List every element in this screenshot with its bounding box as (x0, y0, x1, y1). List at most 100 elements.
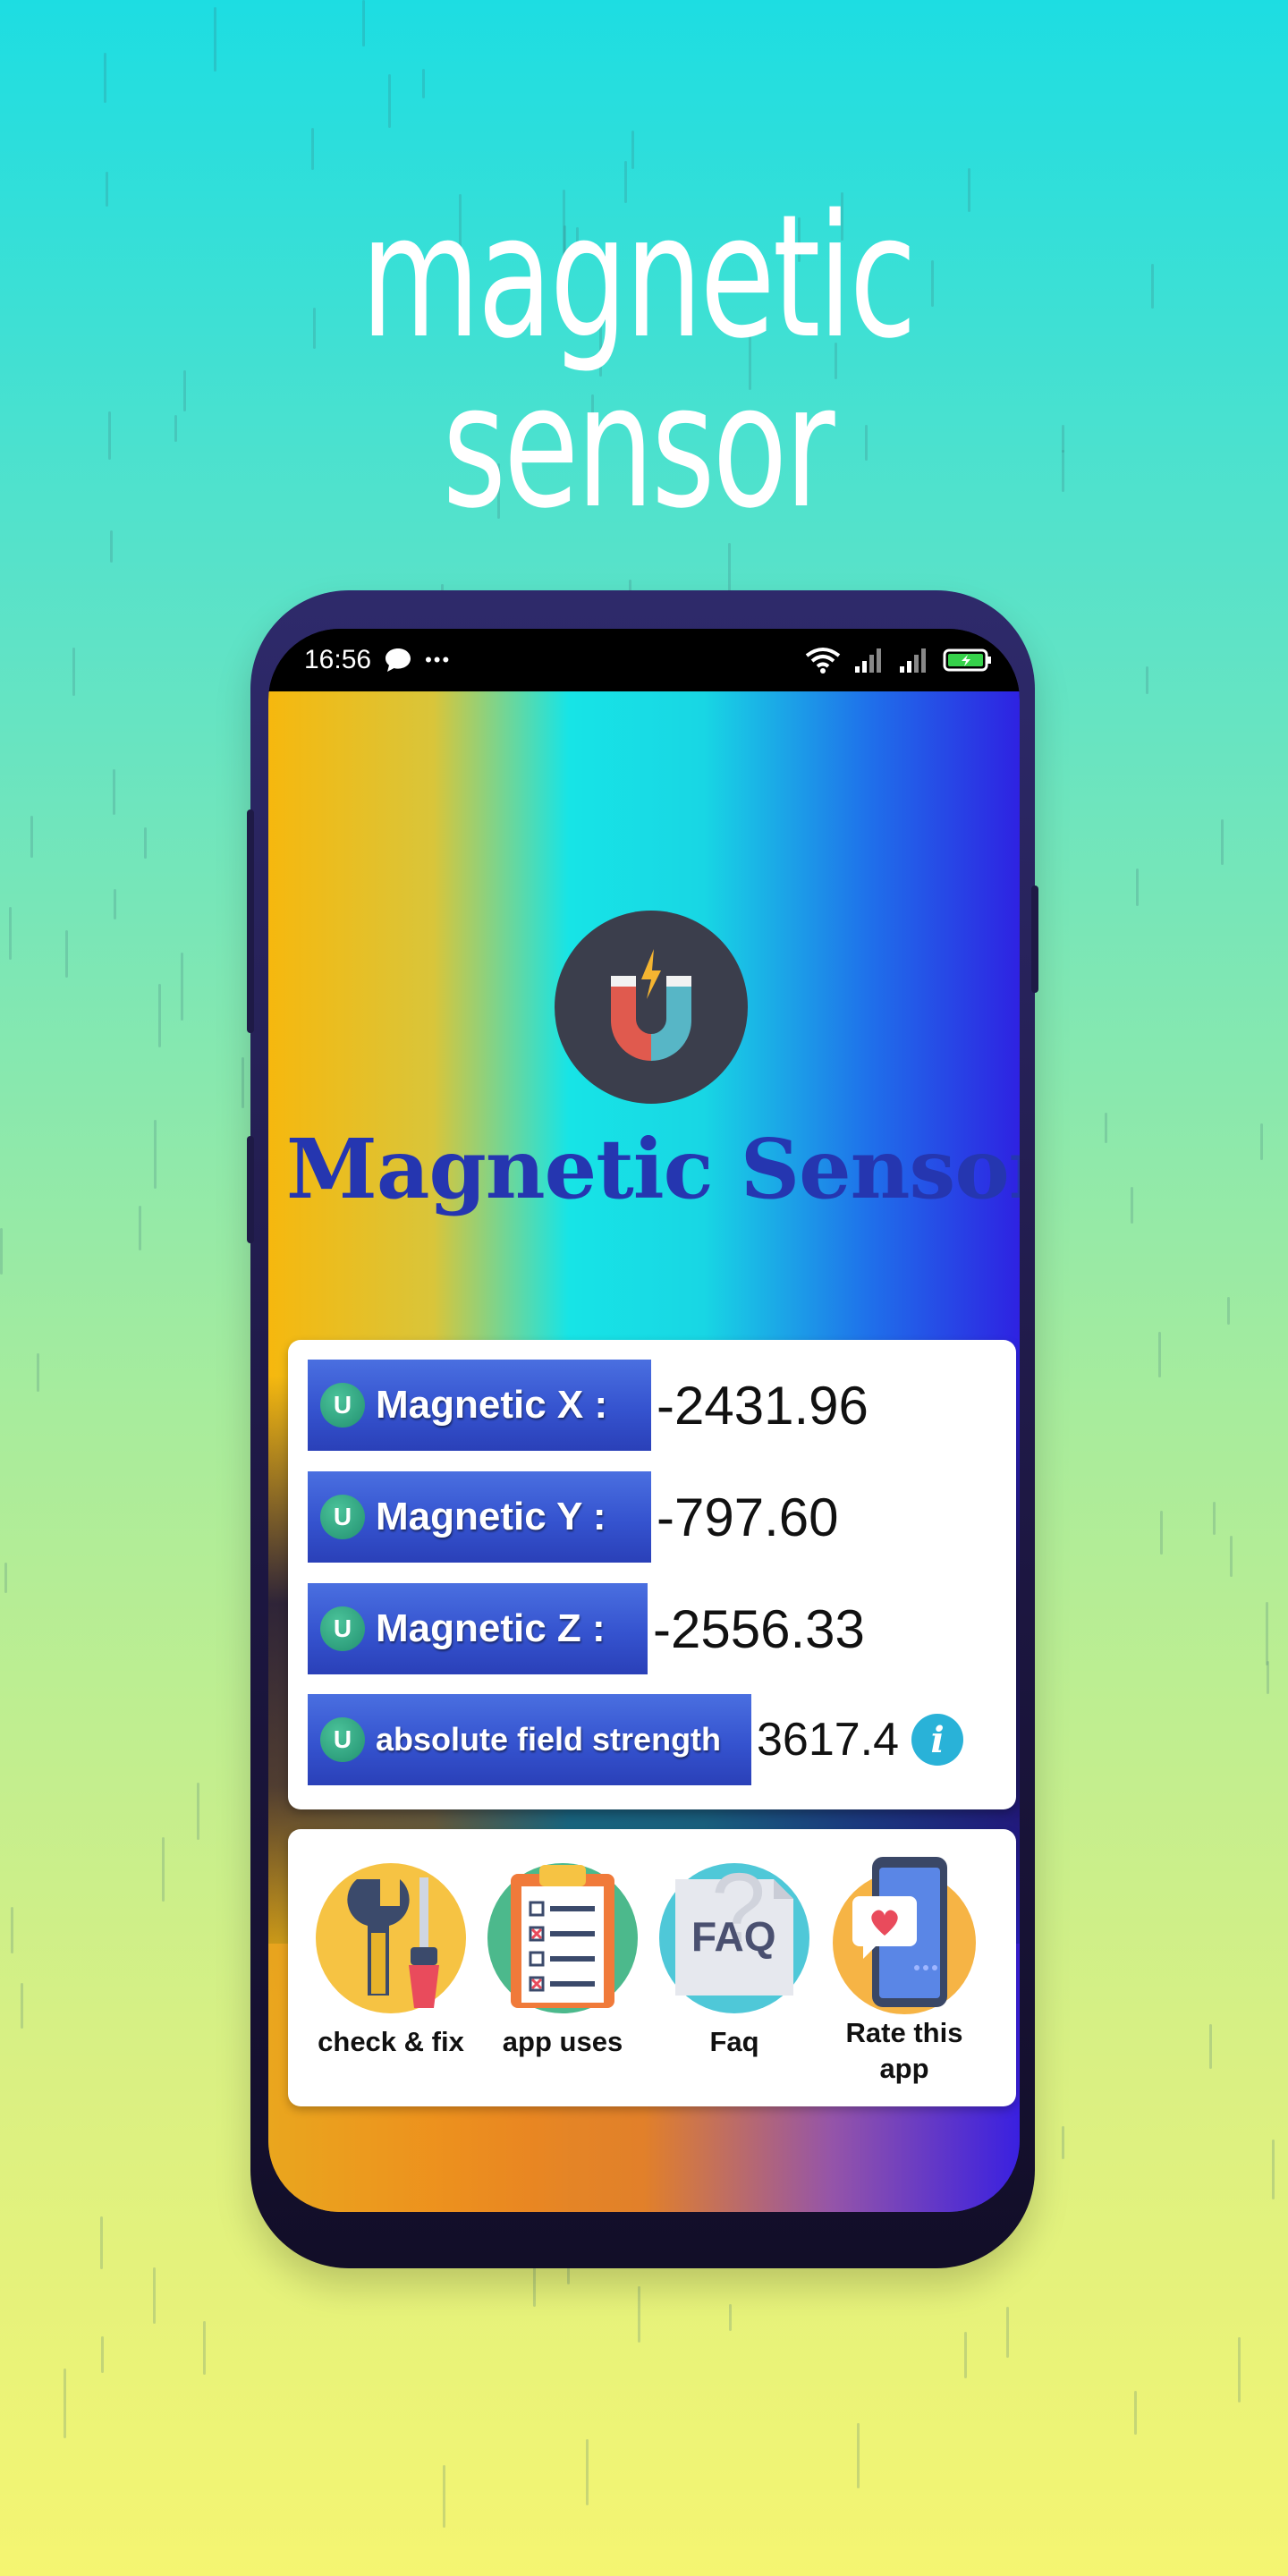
rain-streak (108, 411, 111, 460)
magnetic-y-label: U Magnetic Y : (308, 1471, 651, 1563)
rain-streak (1260, 1123, 1263, 1160)
magnetic-z-value: -2556.33 (653, 1598, 865, 1659)
rain-streak (139, 1206, 141, 1250)
battery-charging-icon (943, 648, 991, 672)
faq-label: Faq (709, 2026, 759, 2057)
promo-headline: magnetic sensor (360, 178, 916, 546)
app-uses-button[interactable]: app uses (478, 1829, 648, 2106)
rain-streak (153, 2267, 156, 2324)
rain-streak (1062, 2126, 1064, 2159)
rain-streak (638, 2286, 640, 2343)
rain-streak (214, 7, 216, 72)
rain-streak (144, 827, 147, 859)
reading-row-z: U Magnetic Z : -2556.33 (308, 1583, 865, 1674)
rain-streak (1238, 2337, 1241, 2402)
rain-streak (1146, 666, 1148, 694)
rain-streak (65, 930, 68, 978)
magnetic-z-label: U Magnetic Z : (308, 1583, 648, 1674)
magnet-badge-icon: U (320, 1717, 365, 1762)
phone-side-button (247, 809, 254, 1033)
rain-streak (104, 53, 106, 103)
rain-streak (154, 1120, 157, 1189)
rain-streak (586, 2439, 589, 2505)
absolute-field-strength-label: U absolute field strength (308, 1694, 751, 1785)
reading-row-x: U Magnetic X : -2431.96 (308, 1360, 869, 1451)
magnet-badge-icon: U (320, 1606, 365, 1651)
rain-streak (158, 984, 161, 1047)
magnet-badge-icon: U (320, 1383, 365, 1428)
status-bar: 16:56 ••• (268, 629, 1020, 691)
status-time: 16:56 (304, 645, 372, 674)
signal-icon (855, 648, 881, 673)
app-uses-label: app uses (502, 2026, 623, 2057)
rain-streak (197, 1783, 199, 1840)
rain-streak (37, 1353, 39, 1392)
reading-row-y: U Magnetic Y : -797.60 (308, 1471, 839, 1563)
absolute-field-strength-value: 3617.4 (757, 1714, 900, 1766)
chat-bubble-icon (386, 648, 411, 672)
rain-streak (362, 0, 365, 47)
rain-streak (1158, 1332, 1161, 1377)
rate-this-app-button[interactable]: Rate this app (819, 1829, 989, 2106)
rain-streak (1131, 1187, 1133, 1224)
reading-row-absolute: U absolute field strength 3617.4 i (308, 1694, 964, 1785)
clipboard-checklist-icon (487, 1863, 638, 2013)
rain-streak (72, 648, 75, 696)
phone-power-button (1031, 886, 1038, 993)
rain-streak (114, 889, 116, 919)
faq-button[interactable]: ? FAQ Faq (649, 1829, 819, 2106)
rain-streak (311, 128, 314, 170)
rain-streak (422, 69, 425, 98)
wifi-icon (805, 648, 841, 674)
rain-streak (203, 2321, 206, 2375)
rain-streak (11, 1907, 13, 1953)
rain-streak (1266, 1602, 1268, 1665)
rain-streak (110, 530, 113, 563)
magnet-badge-icon: U (320, 1495, 365, 1539)
check-and-fix-button[interactable]: check & fix (306, 1829, 476, 2106)
magnet-logo-icon (555, 911, 748, 1104)
rain-streak (64, 2368, 66, 2438)
rain-streak (106, 172, 108, 207)
rain-streak (1230, 1536, 1233, 1577)
rain-streak (1209, 2024, 1212, 2069)
rain-streak (1134, 2391, 1137, 2435)
phone-heart-icon (833, 1857, 976, 2014)
app-screen: Magnetic Sensor U Magnetic X : -2431.96 … (268, 691, 1020, 2212)
actions-panel: check & fix app uses ? FAQ Faq Rate this… (288, 1829, 1016, 2106)
rain-streak (21, 1983, 23, 2029)
phone-side-button (247, 1136, 254, 1243)
rain-streak (113, 769, 115, 815)
rain-streak (1160, 1511, 1163, 1555)
rain-streak (0, 1228, 3, 1275)
rain-streak (388, 74, 391, 128)
rain-streak (9, 907, 12, 960)
rain-streak (964, 2332, 967, 2378)
faq-icon: ? FAQ (659, 1861, 809, 2013)
rain-streak (1227, 1297, 1230, 1325)
rain-streak (100, 2216, 103, 2269)
more-dots-icon: ••• (425, 648, 452, 671)
rain-streak (242, 1057, 244, 1108)
magnetic-y-value: -797.60 (657, 1487, 839, 1547)
rain-streak (443, 2465, 445, 2528)
svg-text:FAQ: FAQ (691, 1913, 776, 1960)
rain-streak (1105, 1113, 1107, 1143)
info-icon[interactable]: i (911, 1714, 964, 1766)
rain-streak (631, 131, 634, 169)
rain-streak (1272, 2140, 1275, 2199)
readings-panel: U Magnetic X : -2431.96 U Magnetic Y : -… (288, 1340, 1016, 1809)
rain-streak (728, 543, 731, 596)
rain-streak (1221, 819, 1224, 865)
rain-streak (4, 1563, 7, 1593)
rain-streak (729, 2304, 732, 2331)
magnetic-x-value: -2431.96 (657, 1375, 869, 1436)
rate-this-app-label: Rate this app (845, 2017, 963, 2084)
rain-streak (1151, 264, 1154, 309)
rain-streak (1006, 2307, 1009, 2358)
check-and-fix-label: check & fix (318, 2026, 464, 2057)
rain-streak (1136, 869, 1139, 906)
rain-streak (181, 953, 183, 1021)
signal-icon (900, 648, 926, 673)
wrench-screwdriver-icon (316, 1863, 466, 2013)
